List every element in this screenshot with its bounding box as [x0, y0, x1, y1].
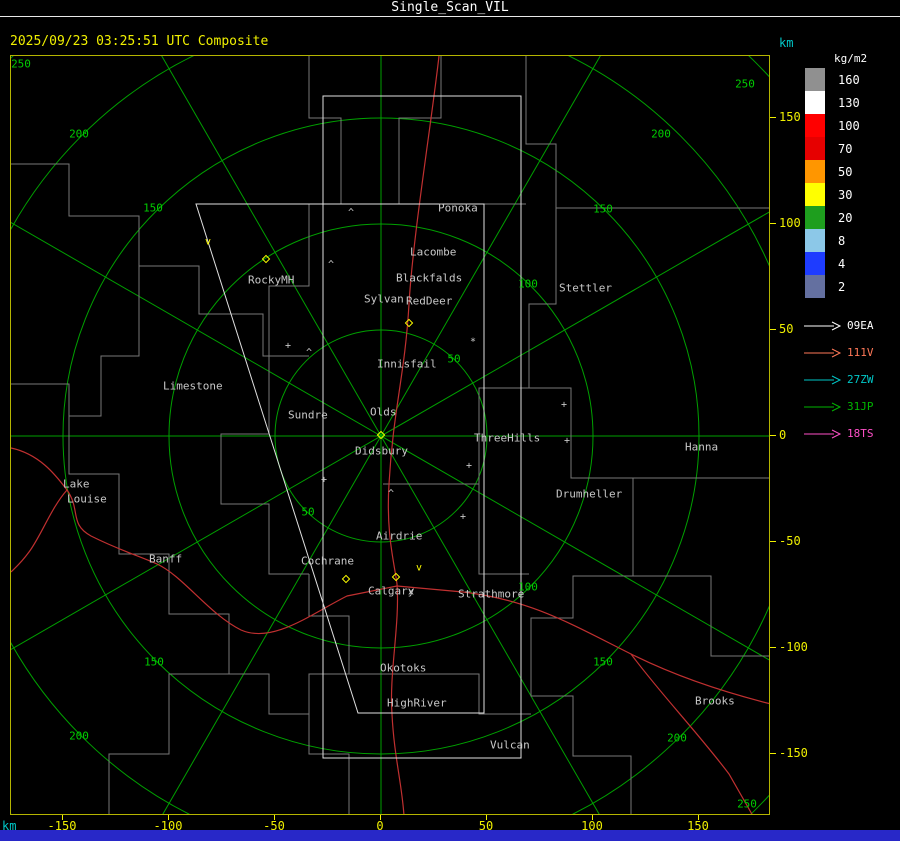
radar-coverage-outline	[195, 95, 522, 759]
right-axis-tick	[770, 647, 776, 648]
map-point-marker: ^	[327, 259, 335, 271]
town-label: Brooks	[695, 694, 735, 708]
town-label: Blackfalds	[396, 271, 463, 285]
town-label: Airdrie	[376, 529, 423, 543]
range-ring-distance-label: 150	[144, 655, 164, 669]
town-label: Lacombe	[410, 245, 457, 259]
right-axis-tick	[770, 223, 776, 224]
right-axis-unit-label: km	[779, 36, 794, 50]
window-title-bar: Single_Scan_VIL	[0, 0, 900, 17]
town-label: Lake	[63, 477, 90, 491]
town-label: HighRiver	[387, 696, 447, 710]
right-axis-tick-label: 150	[779, 110, 801, 124]
range-ring-distance-label: 50	[301, 505, 315, 519]
town-label: Innisfail	[377, 357, 437, 371]
town-label: Hanna	[685, 440, 719, 454]
range-ring-distance-label: 200	[667, 731, 687, 745]
bottom-status-bar	[0, 830, 900, 841]
right-axis-tick	[770, 435, 776, 436]
map-point-marker: +	[459, 511, 467, 523]
right-axis-tick-label: 100	[779, 216, 801, 230]
map-point-marker: +	[465, 460, 473, 472]
town-label: Strathmore	[458, 587, 525, 601]
range-ring-distance-label: 250	[737, 797, 757, 811]
town-label: Vulcan	[490, 738, 530, 752]
town-label: Drumheller	[556, 487, 623, 501]
right-axis-tick	[770, 541, 776, 542]
town-label: Stettler	[559, 281, 612, 295]
town-label: Ponoka	[438, 201, 478, 215]
town-label: Okotoks	[380, 661, 427, 675]
map-point-marker: ^	[305, 347, 313, 359]
window-title: Single_Scan_VIL	[391, 0, 509, 15]
range-ring-distance-label: 150	[143, 201, 163, 215]
town-label: Louise	[67, 492, 107, 506]
map-point-marker: ^	[347, 207, 355, 219]
town-label: ThreeHills	[474, 431, 541, 445]
town-label: RockyMH	[248, 273, 295, 287]
map-point-marker: *	[469, 336, 477, 348]
range-ring-distance-label: 150	[593, 655, 613, 669]
map-point-marker: x	[407, 586, 415, 598]
right-axis-tick	[770, 117, 776, 118]
bottom-distance-axis: -150 -100 -50 0 50 100 150	[10, 815, 770, 833]
map-point-marker: +	[284, 340, 292, 352]
map-point-marker: v	[415, 562, 423, 574]
radar-viewer-window: Single_Scan_VIL 2025/09/23 03:25:51 UTC …	[0, 0, 900, 841]
right-axis-tick-label: -150	[779, 746, 808, 760]
map-point-marker: ^	[387, 488, 395, 500]
right-axis-tick-label: 0	[779, 428, 787, 442]
town-label: Banff	[149, 552, 183, 566]
range-ring-distance-label: 50	[447, 352, 461, 366]
right-axis-tick-label: -100	[779, 640, 808, 654]
range-ring-distance-label: 250	[11, 57, 31, 71]
map-point-marker: v	[204, 236, 212, 248]
range-ring-distance-label: 200	[651, 127, 671, 141]
right-axis-tick	[770, 329, 776, 330]
town-label: Olds	[370, 405, 397, 419]
range-ring-distance-label: 100	[518, 277, 538, 291]
map-point-marker: +	[560, 399, 568, 411]
town-label: RedDeer	[406, 294, 453, 308]
right-axis-tick	[770, 753, 776, 754]
range-ring-distance-label: 200	[69, 127, 89, 141]
right-axis-tick-label: 50	[779, 322, 794, 336]
range-ring-distance-label: 200	[69, 729, 89, 743]
town-label: Didsbury	[355, 444, 408, 458]
right-distance-axis: 150 100 50 0 -50 -100 -150	[770, 55, 900, 815]
scan-timestamp: 2025/09/23 03:25:51 UTC Composite	[10, 34, 269, 49]
town-label: Sundre	[288, 408, 328, 422]
right-axis-tick-label: -50	[779, 534, 801, 548]
range-ring-distance-label: 250	[735, 77, 755, 91]
range-ring-distance-label: 150	[593, 202, 613, 216]
map-point-marker: +	[320, 474, 328, 486]
town-label: Limestone	[163, 379, 223, 393]
town-label: Cochrane	[301, 554, 354, 568]
radar-map-canvas[interactable]: 250 200 150 250 200 150 100 50 100 150 200 250 50 150…	[10, 55, 770, 815]
map-point-marker: +	[563, 435, 571, 447]
town-label: Sylvan	[364, 292, 404, 306]
